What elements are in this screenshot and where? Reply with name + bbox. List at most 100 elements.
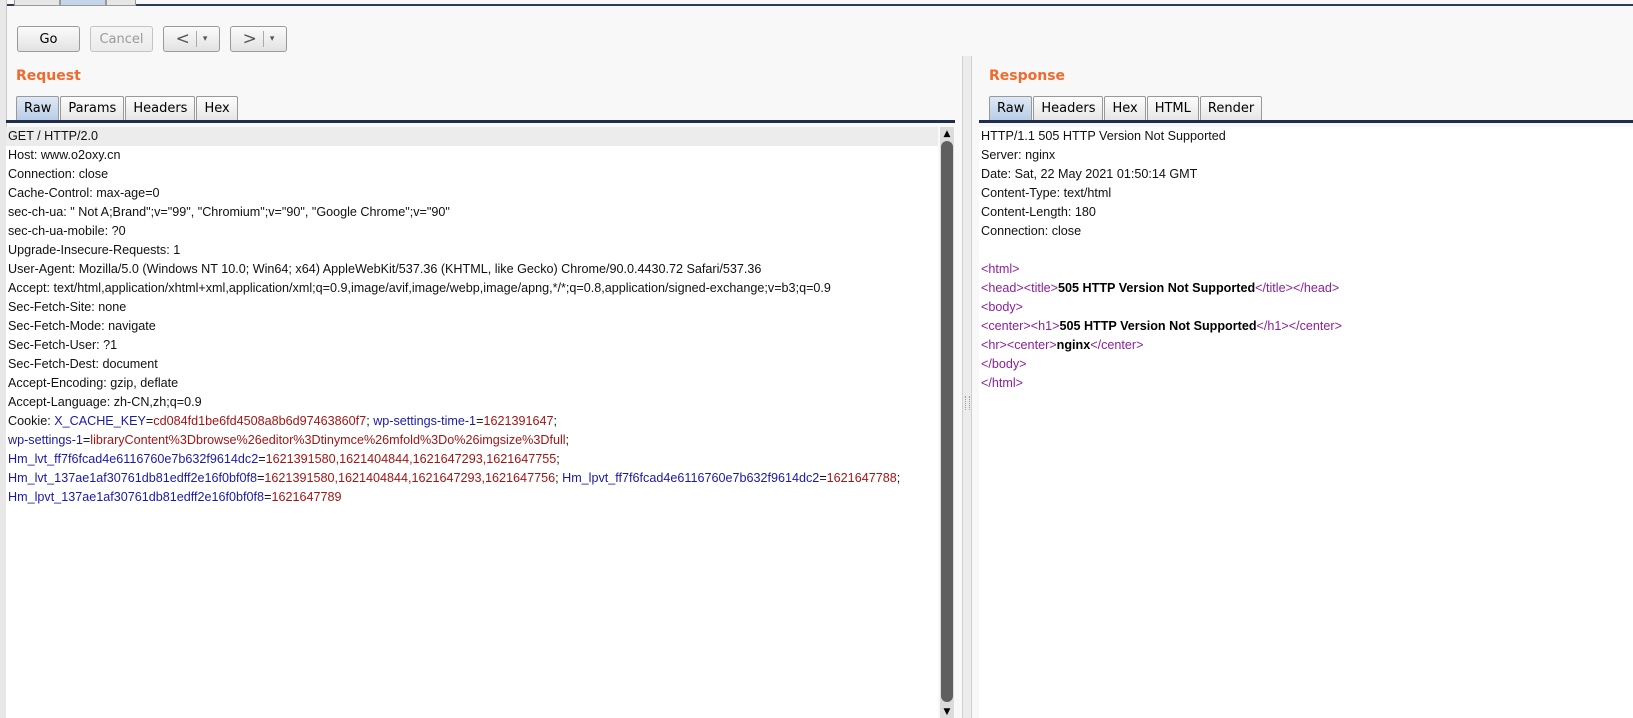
cookie-separator: ; [896, 471, 901, 485]
cookie-label: Cookie: [8, 414, 55, 428]
cookie-value: cd084fd1be6fd4508a8b6d97463860f7 [153, 414, 367, 428]
scroll-thumb[interactable] [941, 141, 953, 702]
request-line: User-Agent: Mozilla/5.0 (Windows NT 10.0… [8, 262, 762, 276]
top-divider [0, 4, 1633, 6]
forward-arrow-icon: > [242, 28, 257, 49]
request-line: Sec-Fetch-Mode: navigate [8, 319, 156, 333]
cookie-value: 1621391580,1621404844,1621647293,1621647… [264, 471, 556, 485]
html-text: nginx [1056, 338, 1091, 352]
cookie-name: wp-settings-time-1 [373, 414, 477, 428]
forward-dropdown-icon[interactable]: ▾ [270, 34, 275, 44]
go-button[interactable]: Go [17, 26, 80, 52]
scroll-down-icon[interactable]: ▼ [940, 706, 954, 718]
response-editor[interactable]: HTTP/1.1 505 HTTP Version Not Supported S… [979, 127, 1633, 718]
top-tab-3[interactable] [106, 0, 136, 6]
cookie-name: Hm_lvt_ff7f6fcad4e6116760e7b632f9614dc2 [8, 452, 259, 466]
cookie-line: Hm_lvt_137ae1af30761db81edff2e16f0bf0f8=… [8, 471, 901, 485]
response-tab-underline [979, 120, 1633, 123]
cookie-separator: ; [556, 452, 560, 466]
html-tag: </html> [981, 376, 1023, 390]
cookie-name: Hm_lpvt_ff7f6fcad4e6116760e7b632f9614dc2 [562, 471, 820, 485]
response-tab-html[interactable]: HTML [1146, 96, 1199, 120]
request-line: sec-ch-ua-mobile: ?0 [8, 224, 126, 238]
request-tab-raw[interactable]: Raw [16, 96, 60, 120]
top-tab-strip[interactable] [14, 0, 136, 6]
response-body-line: </body> [979, 355, 1633, 374]
response-tab-headers[interactable]: Headers [1033, 96, 1104, 120]
back-dropdown-icon[interactable]: ▾ [203, 34, 208, 44]
response-tab-hex[interactable]: Hex [1104, 96, 1146, 120]
response-header-line: Date: Sat, 22 May 2021 01:50:14 GMT [981, 167, 1198, 181]
html-tag: <html> [981, 262, 1020, 276]
request-line: Upgrade-Insecure-Requests: 1 [8, 243, 181, 257]
cancel-button[interactable]: Cancel [90, 26, 153, 52]
request-line: Accept-Language: zh-CN,zh;q=0.9 [8, 395, 202, 409]
top-tab-2[interactable] [60, 0, 106, 6]
splitter-grip-icon[interactable] [965, 396, 970, 410]
cookie-line: Hm_lvt_ff7f6fcad4e6116760e7b632f9614dc2=… [8, 452, 560, 466]
request-line: GET / HTTP/2.0 [6, 127, 938, 146]
request-line: Cache-Control: max-age=0 [8, 186, 160, 200]
response-header-line: Server: nginx [981, 148, 1056, 162]
scroll-up-icon[interactable]: ▲ [940, 127, 954, 141]
response-body-line: </html> [979, 374, 1633, 393]
response-body-line: <html> [979, 260, 1633, 279]
cookie-separator: ; [565, 433, 570, 447]
cookie-value: 1621391647 [483, 414, 554, 428]
response-body-line: <head><title>505 HTTP Version Not Suppor… [979, 279, 1633, 298]
html-text: 505 HTTP Version Not Supported [1059, 319, 1257, 333]
top-tab-1[interactable] [14, 0, 60, 6]
response-tabs: Raw Headers Hex HTML Render [989, 96, 1263, 120]
html-tag: </body> [981, 357, 1027, 371]
cookie-name: Hm_lvt_137ae1af30761db81edff2e16f0bf0f8 [8, 471, 258, 485]
forward-button[interactable]: > ▾ [230, 26, 287, 52]
html-tag: <center><h1> [981, 319, 1060, 333]
back-button[interactable]: < ▾ [163, 26, 220, 52]
button-separator [262, 31, 264, 47]
html-tag: <hr><center> [981, 338, 1057, 352]
request-line: Accept: text/html,application/xhtml+xml,… [8, 281, 831, 295]
cookie-name: X_CACHE_KEY [54, 414, 146, 428]
request-line: Sec-Fetch-Dest: document [8, 357, 158, 371]
request-line: Host: www.o2oxy.cn [8, 148, 121, 162]
request-title: Request [16, 68, 81, 84]
html-tag: </title></head> [1255, 281, 1340, 295]
cookie-line: Hm_lpvt_137ae1af30761db81edff2e16f0bf0f8… [8, 490, 342, 504]
html-tag: <head><title> [981, 281, 1059, 295]
cookie-line: Cookie: X_CACHE_KEY=cd084fd1be6fd4508a8b… [8, 414, 557, 428]
response-body-line: <hr><center>nginx</center> [979, 336, 1633, 355]
response-title: Response [989, 68, 1066, 84]
cookie-line: wp-settings-1=libraryContent%3Dbrowse%26… [8, 433, 570, 447]
html-tag: </center> [1090, 338, 1144, 352]
cookie-value: 1621647789 [271, 490, 342, 504]
request-tabs: Raw Params Headers Hex [16, 96, 239, 120]
html-tag: <body> [981, 300, 1024, 314]
cookie-name: wp-settings-1 [8, 433, 83, 447]
cookie-separator: ; [553, 414, 557, 428]
request-tab-hex[interactable]: Hex [196, 96, 238, 120]
request-line: Sec-Fetch-Site: none [8, 300, 127, 314]
request-tab-underline [6, 120, 955, 123]
request-line: sec-ch-ua: " Not A;Brand";v="99", "Chrom… [8, 205, 450, 219]
request-line: Connection: close [8, 167, 109, 181]
cookie-value: libraryContent%3Dbrowse%26editor%3Dtinym… [90, 433, 566, 447]
cookie-value: 1621391580,1621404844,1621647293,1621647… [265, 452, 557, 466]
cookie-value: 1621647788 [826, 471, 897, 485]
back-arrow-icon: < [175, 28, 190, 49]
response-tab-raw[interactable]: Raw [989, 96, 1033, 120]
request-scrollbar[interactable]: ▲ ▼ [940, 127, 954, 718]
button-separator [195, 31, 197, 47]
response-body-line: <center><h1>505 HTTP Version Not Support… [979, 317, 1633, 336]
request-tab-params[interactable]: Params [60, 96, 125, 120]
request-editor[interactable]: GET / HTTP/2.0 Host: www.o2oxy.cn Connecti… [6, 127, 938, 718]
pane-splitter[interactable] [962, 56, 972, 718]
response-body-line: <body> [979, 298, 1633, 317]
response-header-line: HTTP/1.1 505 HTTP Version Not Supported [981, 129, 1226, 143]
request-line: Accept-Encoding: gzip, deflate [8, 376, 179, 390]
cookie-name: Hm_lpvt_137ae1af30761db81edff2e16f0bf0f8 [8, 490, 265, 504]
html-tag: </h1></center> [1256, 319, 1342, 333]
request-tab-headers[interactable]: Headers [125, 96, 196, 120]
html-text: 505 HTTP Version Not Supported [1058, 281, 1256, 295]
response-tab-render[interactable]: Render [1199, 96, 1263, 120]
